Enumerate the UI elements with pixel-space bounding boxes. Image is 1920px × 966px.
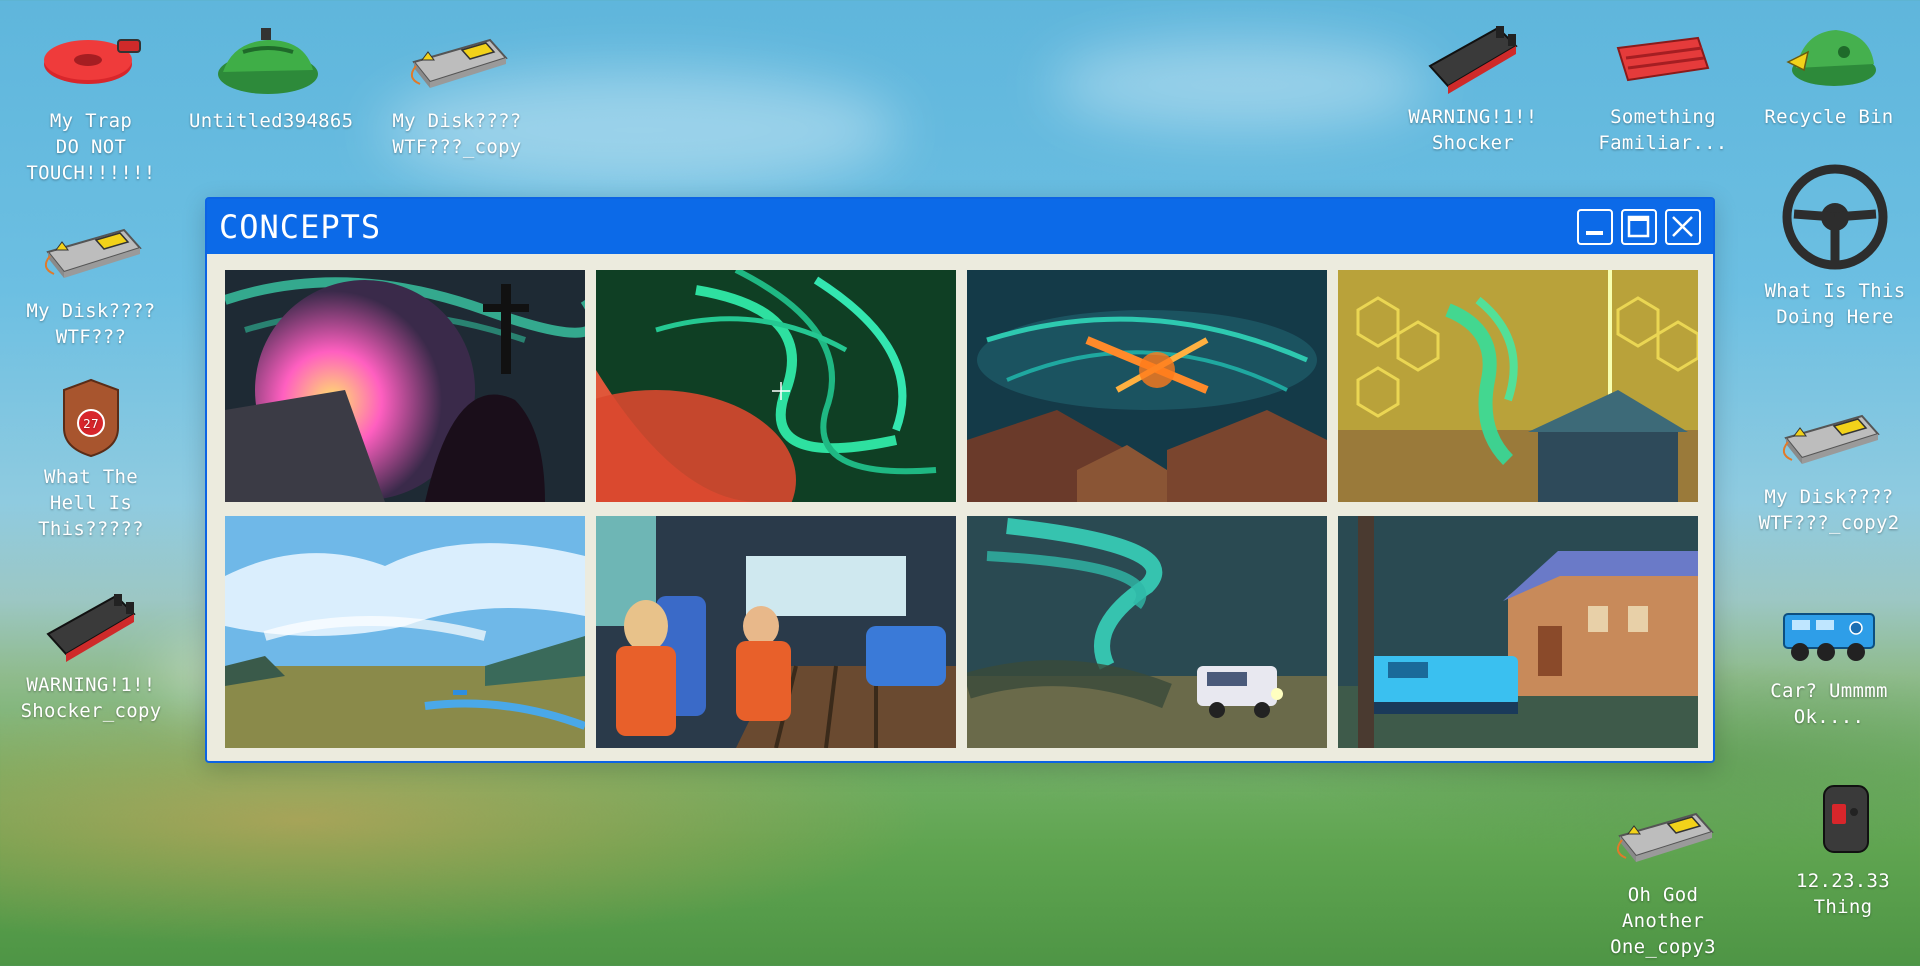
maximize-icon bbox=[1627, 215, 1650, 237]
concept-thumbnail[interactable] bbox=[596, 516, 956, 748]
green-bag-icon bbox=[218, 28, 318, 94]
red-tape-roll-icon bbox=[44, 39, 141, 84]
hard-drive-icon bbox=[1616, 812, 1714, 862]
desktop-icon-my-disk-copy2[interactable]: My Disk???? WTF???_copy2 bbox=[1744, 398, 1914, 536]
recycle-bin-bag-icon bbox=[1786, 30, 1876, 86]
desktop-icon-label: What Is This Doing Here bbox=[1764, 280, 1906, 328]
window-controls bbox=[1577, 208, 1701, 245]
concept-thumbnail[interactable] bbox=[225, 516, 585, 748]
maximize-button[interactable] bbox=[1621, 208, 1657, 245]
desktop-icon-label: WARNING!1!! Shocker bbox=[1408, 106, 1538, 154]
desktop-icon-thing[interactable]: 12.23.33 Thing bbox=[1758, 782, 1920, 920]
shocker-device-icon bbox=[1428, 26, 1518, 94]
desktop-icon-recycle-bin[interactable]: Recycle Bin bbox=[1744, 18, 1914, 130]
tornado-truck-thumbnail bbox=[967, 516, 1327, 748]
concept-thumbnail[interactable] bbox=[967, 516, 1327, 748]
minimize-button[interactable] bbox=[1577, 208, 1613, 245]
desktop-icon-label: Oh God Another One_copy3 bbox=[1610, 884, 1716, 958]
desktop-icon-label: What The Hell Is This????? bbox=[38, 466, 144, 540]
concept-art-grid bbox=[225, 270, 1698, 748]
desktop-icon-untitled[interactable]: Untitled394865 bbox=[183, 22, 353, 134]
minimize-icon bbox=[1586, 230, 1603, 235]
desktop-icon-label: 12.23.33 Thing bbox=[1796, 870, 1890, 918]
desktop-icon-label: My Disk???? WTF??? bbox=[26, 300, 156, 348]
green-swirl-thumbnail bbox=[596, 270, 956, 502]
concept-thumbnail[interactable] bbox=[1338, 516, 1698, 748]
close-icon bbox=[1672, 215, 1693, 237]
desktop-icon-my-disk[interactable]: My Disk???? WTF??? bbox=[6, 212, 176, 350]
desktop-icon-label: My Trap DO NOT TOUCH!!!!!! bbox=[26, 110, 156, 184]
desktop-icon-shocker[interactable]: WARNING!1!! Shocker bbox=[1388, 18, 1558, 156]
close-button[interactable] bbox=[1665, 208, 1701, 245]
desktop-icon-label: My Disk???? WTF???_copy2 bbox=[1758, 486, 1900, 534]
desktop-icon-label: Recycle Bin bbox=[1764, 106, 1894, 128]
desktop-icon-something-familiar[interactable]: Something Familiar... bbox=[1578, 18, 1748, 156]
desktop-icon-my-trap[interactable]: My Trap DO NOT TOUCH!!!!!! bbox=[6, 22, 176, 186]
cloud-decoration bbox=[1050, 40, 1430, 130]
red-strap-icon bbox=[1616, 36, 1710, 82]
yellow-hex-tornado-thumbnail bbox=[1338, 270, 1698, 502]
concepts-window: CONCEPTS bbox=[205, 197, 1715, 763]
hard-drive-icon bbox=[44, 228, 142, 278]
steering-wheel-icon bbox=[1782, 164, 1888, 270]
vehicle-interior-crew-thumbnail bbox=[596, 516, 956, 748]
concept-thumbnail[interactable] bbox=[967, 270, 1327, 502]
fire-tornado-houses-thumbnail bbox=[967, 270, 1327, 502]
hard-drive-icon bbox=[410, 38, 508, 88]
desktop-icon-label: My Disk???? WTF???_copy bbox=[392, 110, 522, 158]
desktop-icon-my-disk-copy[interactable]: My Disk???? WTF???_copy bbox=[372, 22, 542, 160]
desktop-icon-car[interactable]: Car? Ummmm Ok.... bbox=[1744, 592, 1914, 730]
desktop-icon-label: WARNING!1!! Shocker_copy bbox=[20, 674, 162, 722]
radio-device-icon bbox=[1823, 785, 1869, 853]
blue-tank-house-thumbnail bbox=[1338, 516, 1698, 748]
blue-sky-field-thumbnail bbox=[225, 516, 585, 748]
desktop-icon-what-is-this[interactable]: What Is This Doing Here bbox=[1750, 162, 1920, 330]
window-title: CONCEPTS bbox=[219, 207, 382, 246]
desktop-icon-label: Car? Ummmm Ok.... bbox=[1770, 680, 1888, 728]
desktop-icon-label: Something Familiar... bbox=[1598, 106, 1728, 154]
concept-thumbnail[interactable] bbox=[1338, 270, 1698, 502]
window-titlebar[interactable]: CONCEPTS bbox=[207, 199, 1713, 254]
desktop-icon-label: Untitled394865 bbox=[189, 110, 354, 132]
desktop-icon-what-the-hell[interactable]: 27 What The Hell Is This????? bbox=[6, 378, 176, 542]
blue-truck-icon bbox=[1783, 613, 1875, 661]
desktop-icon-shocker-copy[interactable]: WARNING!1!! Shocker_copy bbox=[6, 586, 176, 724]
desktop-icon-oh-god-another[interactable]: Oh God Another One_copy3 bbox=[1578, 796, 1748, 960]
concept-thumbnail[interactable] bbox=[225, 270, 585, 502]
badge-27-icon: 27 bbox=[63, 378, 119, 458]
storm-pink-orb-thumbnail bbox=[225, 270, 585, 502]
shocker-device-icon bbox=[46, 594, 136, 662]
concept-thumbnail[interactable] bbox=[596, 270, 956, 502]
hard-drive-icon bbox=[1782, 414, 1880, 464]
svg-text:27: 27 bbox=[83, 417, 99, 431]
